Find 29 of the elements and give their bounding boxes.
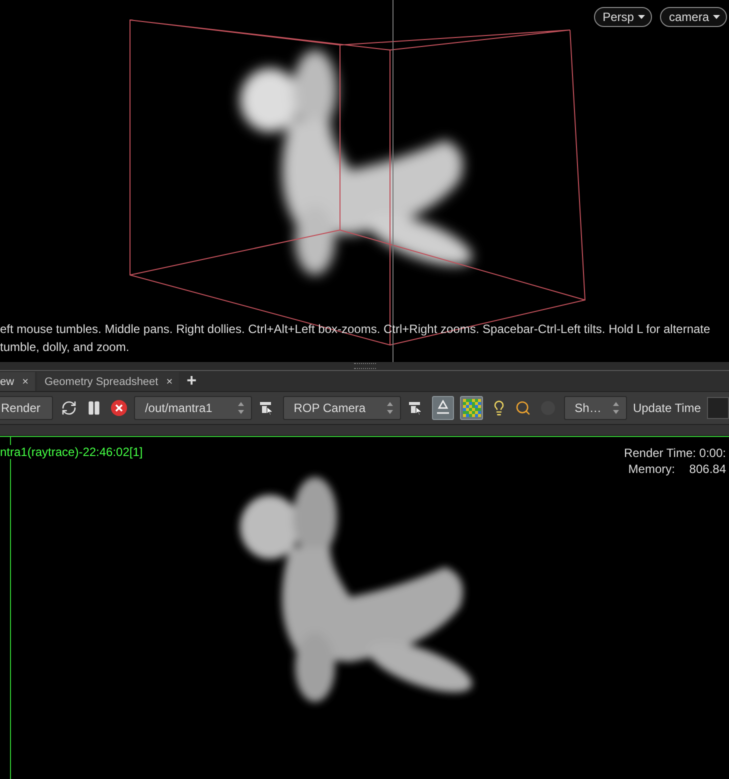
tab-label: Geometry Spreadsheet (44, 376, 158, 388)
view-menu-button[interactable]: Persp (594, 7, 652, 27)
update-time-field[interactable] (706, 397, 729, 419)
spinner-arrows-icon (612, 401, 620, 415)
spinner-arrows-icon (386, 401, 394, 415)
render-button[interactable]: Render (0, 396, 54, 420)
splitter-handle[interactable] (354, 363, 376, 369)
memory-label: Memory: (627, 461, 675, 477)
caret-icon (713, 15, 720, 19)
tab-close-button[interactable]: × (22, 376, 28, 388)
add-tab-button[interactable]: + (180, 371, 203, 391)
tab-close-button[interactable]: × (166, 376, 173, 388)
caret-icon (638, 15, 645, 19)
update-time-label: Update Time (632, 401, 701, 415)
pane-tab[interactable]: Geometry Spreadsheet × (36, 372, 179, 391)
checker-icon (462, 399, 481, 417)
stop-icon[interactable] (109, 398, 128, 418)
tab-label: ew (0, 376, 14, 388)
render-title: ntra1(raytrace)-22:46:02[1] (0, 445, 143, 459)
toggle-button[interactable] (460, 396, 484, 420)
pane-tab[interactable]: ew × (0, 372, 34, 391)
shading-select[interactable]: Sh… (564, 396, 627, 420)
view-menu-button[interactable]: camera (660, 7, 727, 27)
output-driver-select[interactable]: /out/mantra1 (134, 396, 252, 420)
render-time-text: Render Time: 0:00: (624, 445, 726, 461)
spinner-arrows-icon (236, 401, 245, 415)
toggle-button[interactable] (432, 396, 454, 420)
camera-select[interactable]: ROP Camera (282, 396, 401, 420)
memory-value: 806.84 (688, 461, 726, 477)
